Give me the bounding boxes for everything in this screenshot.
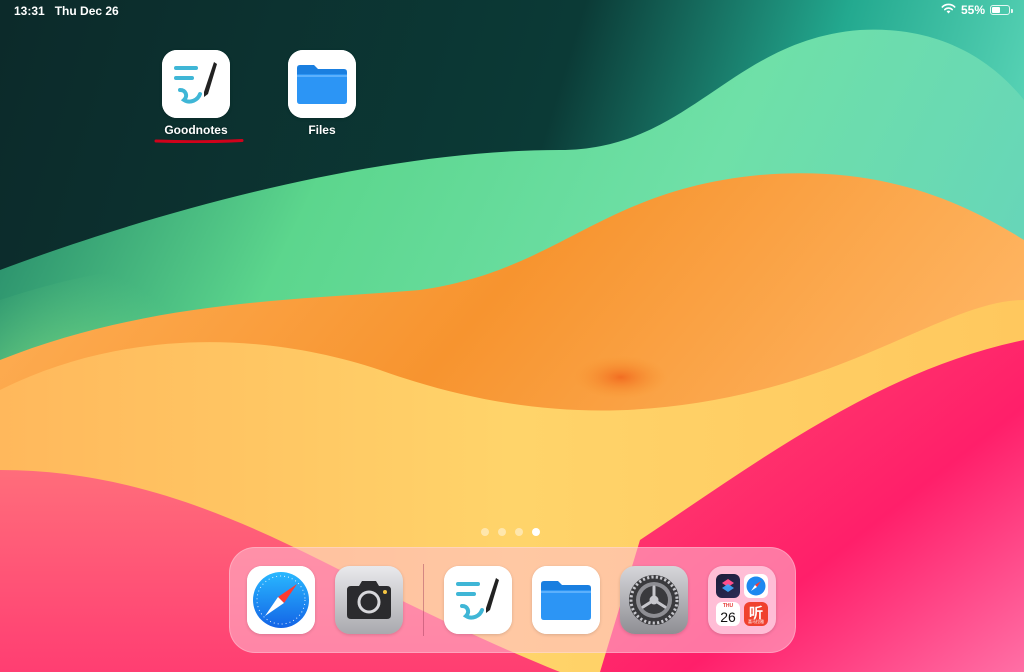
camera-icon [335,566,403,634]
dock: THU 26 听 喜马拉雅 [229,547,796,653]
status-left: 13:31 Thu Dec 26 [14,4,119,18]
ting-icon: 听 喜马拉雅 [744,602,768,626]
battery-level [992,7,1000,13]
status-right: 55% [941,3,1013,17]
dock-app-camera[interactable] [335,566,403,634]
dock-divider [423,564,424,636]
dock-app-safari[interactable] [247,566,315,634]
goodnotes-icon [444,566,512,634]
app-label: Files [308,123,336,137]
files-icon [288,50,356,118]
page-dot [498,528,506,536]
files-icon [532,566,600,634]
dock-app-goodnotes[interactable] [444,566,512,634]
status-date: Thu Dec 26 [54,4,119,18]
app-label: Goodnotes [164,123,228,137]
safari-mini-icon [744,574,768,598]
dock-app-files[interactable] [532,566,600,634]
page-indicator[interactable] [481,528,540,536]
goodnotes-icon [162,50,230,118]
safari-icon [247,566,315,634]
status-time: 13:31 [14,4,45,18]
home-app-goodnotes[interactable]: Goodnotes [151,50,241,137]
battery-icon [990,5,1013,15]
battery-percent: 55% [960,3,985,17]
dock-app-settings[interactable] [620,566,688,634]
ipad-home-screen: 13:31 Thu Dec 26 55% Goodnotes Files THU… [0,0,1024,672]
home-app-files[interactable]: Files [277,50,367,137]
wifi-icon [941,3,956,17]
calendar-day: 26 [720,609,736,625]
settings-icon [620,566,688,634]
status-bar: 13:31 Thu Dec 26 55% [0,0,1024,22]
page-dot [481,528,489,536]
battery-cap [1011,8,1013,13]
ting-subtitle: 喜马拉雅 [748,619,764,624]
app-folder-icon[interactable]: THU 26 听 喜马拉雅 [708,566,776,634]
page-dot-current [532,528,540,536]
page-dot [515,528,523,536]
calendar-icon: THU 26 [716,602,740,626]
annotation-underline [154,139,244,143]
shortcuts-icon [716,574,740,598]
